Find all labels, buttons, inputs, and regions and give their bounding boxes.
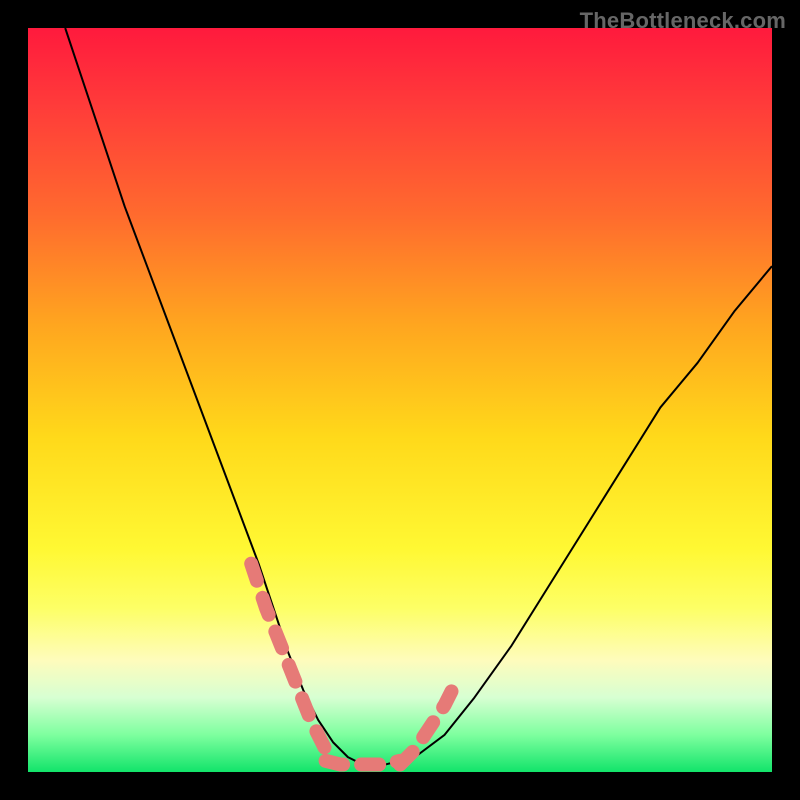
bottleneck-curve-path (65, 28, 772, 765)
curve-layer (65, 28, 772, 765)
chart-svg (28, 28, 772, 772)
highlight-layer (251, 564, 459, 765)
highlight-segment (400, 675, 460, 764)
watermark-text: TheBottleneck.com (580, 8, 786, 34)
highlight-segment (251, 564, 325, 750)
chart-frame: TheBottleneck.com (0, 0, 800, 800)
plot-area (28, 28, 772, 772)
